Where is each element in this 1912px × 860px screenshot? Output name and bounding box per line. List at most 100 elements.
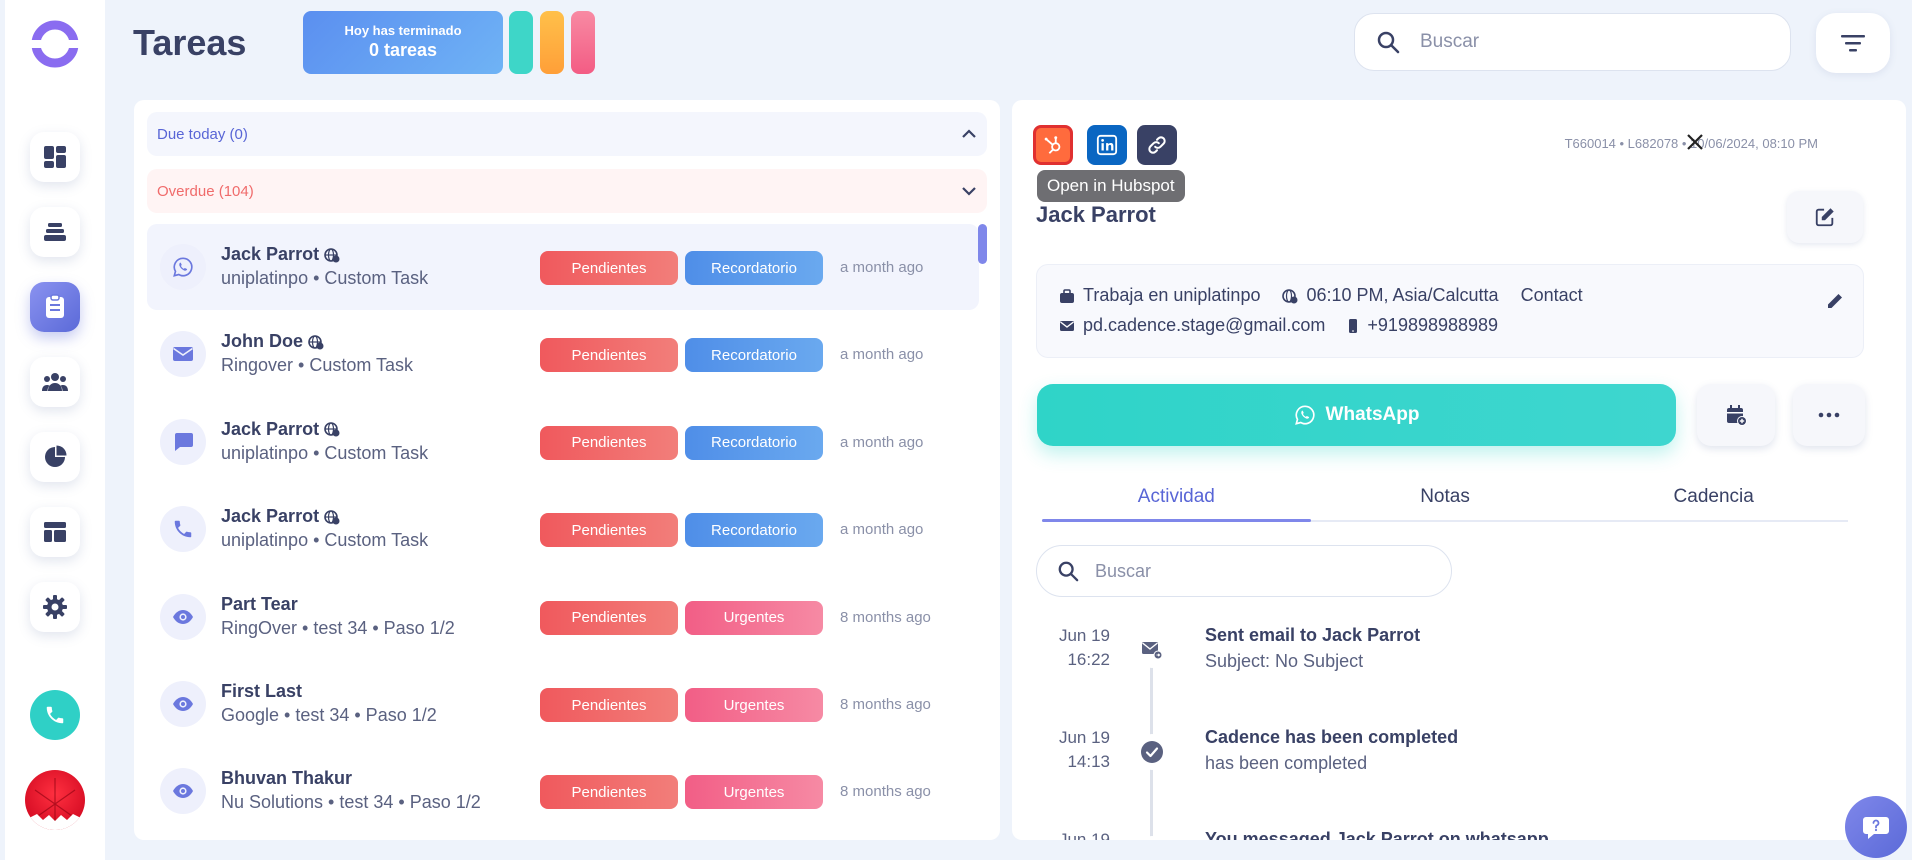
status-badge[interactable]: Pendientes — [540, 688, 678, 722]
sidebar — [5, 0, 105, 860]
tag-badge[interactable]: Urgentes — [685, 775, 823, 810]
check-circle-icon — [1134, 734, 1170, 770]
tag-badge[interactable]: Urgentes — [685, 688, 823, 722]
mail-icon — [160, 331, 206, 378]
tab-notas[interactable]: Notas — [1311, 476, 1580, 520]
task-lead-name: Jack Parrot — [221, 244, 340, 265]
task-row[interactable]: Part Tear RingOver • test 34 • Paso 1/2 Pe… — [147, 574, 979, 660]
lead-name: Jack Parrot — [1036, 202, 1156, 227]
tab-actividad[interactable]: Actividad — [1042, 476, 1311, 522]
status-badge[interactable]: Pendientes — [540, 251, 678, 285]
cadences-icon[interactable] — [30, 207, 80, 257]
task-subtitle: uniplatinpo • Custom Task — [221, 442, 429, 463]
progress-pill-teal[interactable] — [509, 11, 533, 74]
lead-info-card: Trabaja en uniplatinpo 06:10 PM, Asia/Ca… — [1036, 264, 1864, 358]
task-lead-name-text: Jack Parrot — [221, 244, 320, 264]
task-lead-name-text: First Last — [221, 681, 303, 701]
lead-phone[interactable]: +919898988989 — [1367, 315, 1498, 336]
overdue-section[interactable]: Overdue (104) — [147, 169, 987, 213]
activity-time: 14:13 — [1067, 752, 1110, 771]
progress-pill-pink[interactable] — [571, 11, 595, 74]
task-lead-name-text: Jack Parrot — [221, 418, 320, 439]
status-badge[interactable]: Pendientes — [540, 513, 678, 548]
phone-icon — [160, 506, 206, 553]
task-row[interactable]: Jack Parrot uniplatinpo • Custom Task Pend… — [147, 486, 979, 572]
task-time: a month ago — [840, 259, 924, 276]
call-button[interactable] — [30, 690, 80, 740]
filter-button[interactable] — [1816, 13, 1890, 73]
settings-icon[interactable] — [30, 582, 80, 632]
eye-icon — [160, 593, 206, 640]
tag-badge[interactable]: Recordatorio — [685, 425, 823, 460]
tag-badge[interactable]: Recordatorio — [685, 338, 823, 373]
activity-item[interactable]: Jun 19 You messaged Jack Parrot on whats… — [1012, 824, 1906, 840]
whatsapp-icon — [1134, 836, 1170, 840]
task-subtitle: Nu Solutions • test 34 • Paso 1/2 — [221, 792, 481, 813]
task-subtitle: uniplatinpo • Custom Task — [221, 268, 429, 288]
activity-date: Jun 19 — [1058, 728, 1110, 747]
task-row[interactable]: John Doe Ringover • Custom Task Pendientes… — [147, 311, 979, 397]
info-line-2: pd.cadence.stage@gmail.com +919898988989 — [1059, 315, 1520, 336]
dashboard-icon[interactable] — [30, 132, 80, 182]
progress-pill-orange[interactable] — [540, 11, 564, 74]
activity-search[interactable] — [1036, 545, 1452, 597]
task-row[interactable]: First Last Google • test 34 • Paso 1/2 Pen… — [147, 661, 979, 747]
task-subtitle: Google • test 34 • Paso 1/2 — [221, 705, 437, 725]
activity-title: You messaged Jack Parrot on whatsapp — [1205, 829, 1549, 840]
schedule-button[interactable] — [1697, 384, 1775, 446]
tasks-done-card: Hoy has terminado 0 tareas — [303, 11, 503, 74]
task-lead-name: John Doe — [221, 331, 324, 352]
task-time: a month ago — [840, 346, 924, 364]
task-list-scrollbar[interactable] — [978, 224, 987, 264]
pencil-icon[interactable] — [1825, 291, 1845, 311]
avatar[interactable] — [25, 770, 85, 830]
help-button[interactable] — [1845, 796, 1907, 858]
hubspot-button[interactable] — [1033, 125, 1073, 165]
status-badge[interactable]: Pendientes — [540, 775, 678, 810]
tasks-icon[interactable] — [30, 282, 80, 332]
edit-square-icon — [1814, 206, 1836, 228]
calendar-add-icon — [1724, 403, 1748, 427]
people-icon[interactable] — [30, 357, 80, 407]
app-logo[interactable] — [30, 19, 80, 69]
info-line-1: Trabaja en uniplatinpo 06:10 PM, Asia/Ca… — [1059, 285, 1605, 306]
mail-icon — [1059, 319, 1083, 333]
chat-icon — [160, 418, 206, 465]
search-input[interactable] — [1420, 31, 1750, 53]
status-badge[interactable]: Pendientes — [540, 600, 678, 635]
mail-sent-icon — [1134, 632, 1170, 668]
linkedin-button[interactable] — [1087, 125, 1127, 165]
activity-item[interactable]: Jun 19 14:13 Cadence has been completed … — [1012, 722, 1906, 792]
hubspot-tooltip: Open in Hubspot — [1037, 170, 1185, 202]
tag-badge[interactable]: Recordatorio — [685, 513, 823, 548]
reports-icon[interactable] — [30, 432, 80, 482]
link-button[interactable] — [1137, 125, 1177, 165]
activity-date: Jun 19 — [1058, 626, 1110, 645]
task-row[interactable]: Jack Parrot uniplatinpo • Custom Task Pend… — [147, 224, 979, 310]
close-icon[interactable] — [1685, 132, 1705, 152]
task-row[interactable]: Jack Parrot uniplatinpo • Custom Task Pend… — [147, 399, 979, 485]
briefcase-icon — [1059, 288, 1083, 304]
templates-icon[interactable] — [30, 507, 80, 557]
page-title: Tareas — [133, 22, 247, 63]
task-time: a month ago — [840, 433, 924, 451]
more-horizontal-icon — [1817, 411, 1841, 419]
more-options-button[interactable] — [1793, 384, 1865, 446]
tag-badge[interactable]: Recordatorio — [685, 251, 823, 285]
edit-lead-button[interactable] — [1787, 191, 1863, 243]
tag-badge[interactable]: Urgentes — [685, 600, 823, 635]
activity-search-input[interactable] — [1095, 560, 1415, 582]
due-today-section[interactable]: Due today (0) — [147, 112, 987, 156]
header-search[interactable] — [1354, 13, 1791, 71]
globe-icon — [303, 334, 324, 350]
task-time: 8 months ago — [840, 696, 931, 713]
whatsapp-button[interactable]: WhatsApp — [1037, 384, 1676, 446]
task-row[interactable]: Bhuvan Thakur Nu Solutions • test 34 • Pa… — [147, 748, 979, 834]
activity-item[interactable]: Jun 19 16:22 Sent email to Jack Parrot S… — [1012, 620, 1906, 690]
tab-cadencia[interactable]: Cadencia — [1579, 476, 1848, 520]
lead-email[interactable]: pd.cadence.stage@gmail.com — [1083, 315, 1325, 336]
task-lead-name-text: Jack Parrot — [221, 506, 320, 527]
status-badge[interactable]: Pendientes — [540, 425, 678, 460]
task-lead-name: Jack Parrot — [221, 419, 340, 440]
status-badge[interactable]: Pendientes — [540, 338, 678, 373]
